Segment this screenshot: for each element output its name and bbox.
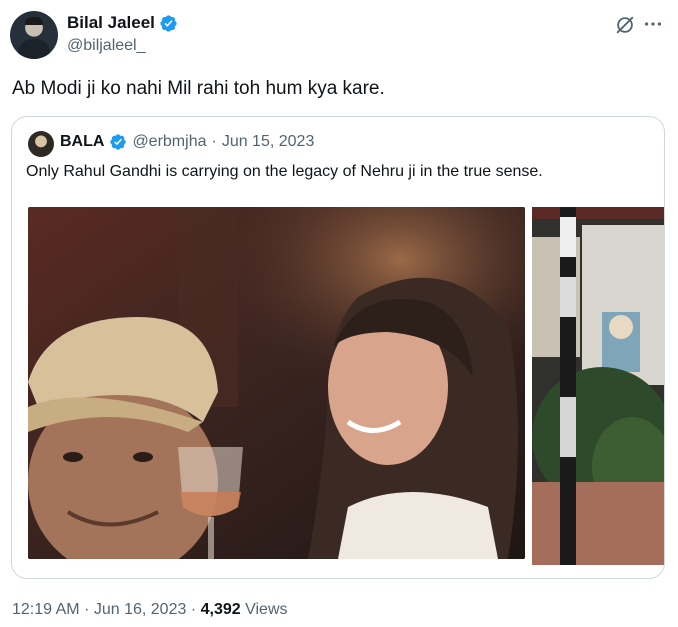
tweet-time[interactable]: 12:19 AM: [12, 601, 80, 618]
views-count: 4,392: [200, 601, 241, 618]
quoted-tweet[interactable]: BALA @erbmjha · Jun 15, 2023 Only Rahul …: [11, 116, 665, 579]
photo-2-illustration: [532, 207, 664, 565]
quoted-author-avatar[interactable]: [28, 131, 54, 157]
tweet-date[interactable]: Jun 16, 2023: [94, 601, 187, 618]
tweet-footer: 12:19 AM · Jun 16, 2023 · 4,392 Views: [12, 601, 288, 619]
quoted-author-row: BALA @erbmjha · Jun 15, 2023: [60, 133, 314, 151]
media-photo-1[interactable]: [28, 207, 525, 559]
quoted-tweet-date[interactable]: Jun 15, 2023: [222, 133, 315, 151]
more-icon[interactable]: [642, 13, 664, 35]
author-handle[interactable]: @biljaleel_: [67, 37, 146, 55]
separator-dot: ·: [211, 133, 217, 150]
separator-dot: ·: [190, 601, 201, 618]
photo-1-illustration: [28, 207, 525, 559]
tweet-text: Ab Modi ji ko nahi Mil rahi toh hum kya …: [12, 78, 385, 99]
grok-icon[interactable]: [614, 14, 636, 36]
verified-badge-icon: [110, 134, 127, 150]
author-avatar[interactable]: [10, 11, 58, 59]
media-photo-2[interactable]: [532, 207, 664, 565]
quoted-author-name[interactable]: BALA: [60, 133, 104, 151]
separator-dot: ·: [84, 601, 94, 618]
quoted-tweet-text: Only Rahul Gandhi is carrying on the leg…: [26, 163, 543, 180]
author-name-row[interactable]: Bilal Jaleel: [67, 13, 178, 33]
verified-badge-icon: [160, 14, 177, 32]
author-display-name[interactable]: Bilal Jaleel: [67, 13, 155, 33]
views-label: Views: [245, 601, 288, 618]
quoted-author-handle[interactable]: @erbmjha: [132, 133, 206, 151]
